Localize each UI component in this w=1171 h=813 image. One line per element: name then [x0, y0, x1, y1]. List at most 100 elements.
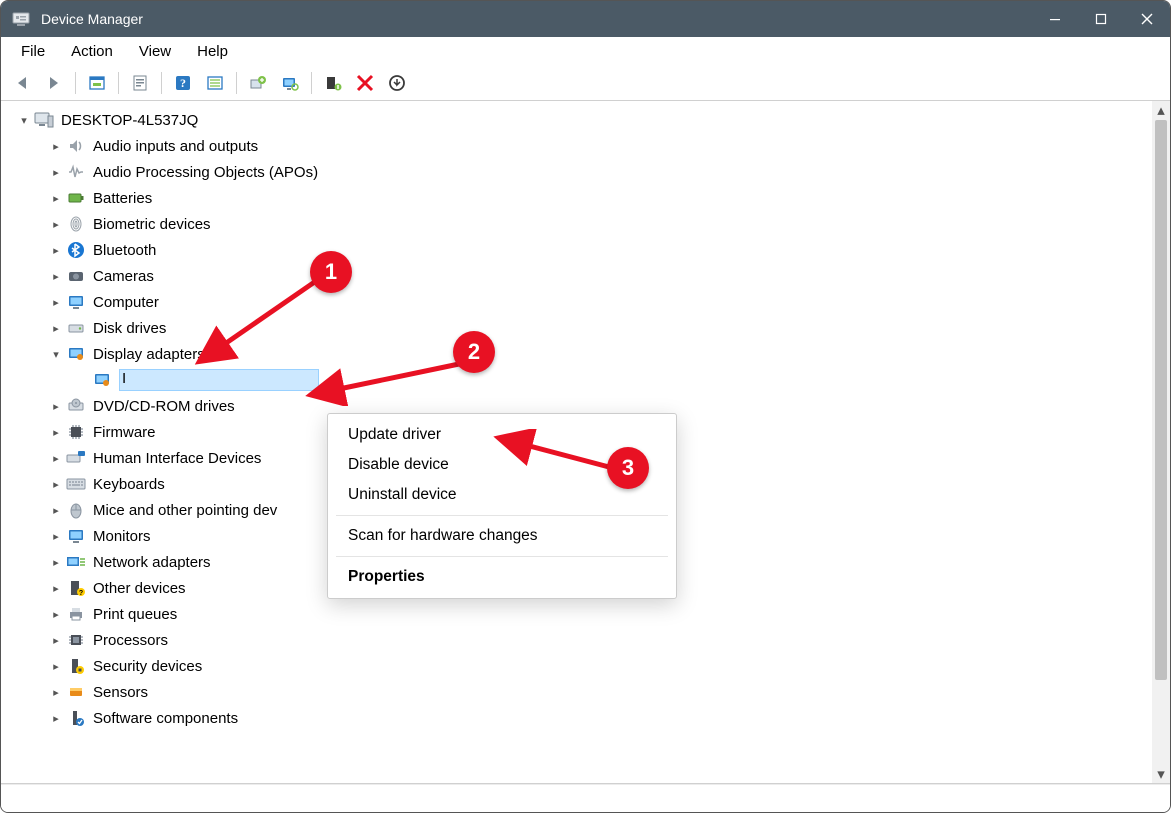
update-driver-button[interactable] [243, 69, 273, 97]
chevron-right-icon[interactable]: ▸ [47, 426, 65, 439]
menu-help[interactable]: Help [187, 41, 238, 62]
audio-processing-icon [65, 162, 87, 182]
toolbar-separator [118, 72, 119, 94]
processor-icon [65, 630, 87, 650]
device-manager-window: Device Manager File Action View Help ? [0, 0, 1171, 813]
chevron-right-icon[interactable]: ▸ [47, 582, 65, 595]
menu-action[interactable]: Action [61, 41, 123, 62]
toolbar-separator [161, 72, 162, 94]
chevron-right-icon[interactable]: ▸ [47, 660, 65, 673]
disk-icon [65, 318, 87, 338]
chevron-right-icon[interactable]: ▸ [47, 296, 65, 309]
hid-icon [65, 448, 87, 468]
tree-root[interactable]: ▾ DESKTOP-4L537JQ [5, 107, 1152, 133]
display-adapter-icon [65, 344, 87, 364]
keyboard-icon [65, 474, 87, 494]
chevron-right-icon[interactable]: ▸ [47, 244, 65, 257]
toolbar: ? [1, 65, 1170, 101]
tree-category-audio-processing[interactable]: ▸Audio Processing Objects (APOs) [5, 159, 1152, 185]
chevron-right-icon[interactable]: ▸ [47, 686, 65, 699]
software-component-icon [65, 708, 87, 728]
toolbar-separator [75, 72, 76, 94]
context-menu-separator [336, 556, 668, 557]
forward-button[interactable] [39, 69, 69, 97]
tree-category-disk-drives[interactable]: ▸Disk drives [5, 315, 1152, 341]
camera-icon [65, 266, 87, 286]
menubar: File Action View Help [1, 37, 1170, 65]
chevron-down-icon[interactable]: ▾ [15, 114, 33, 127]
chevron-right-icon[interactable]: ▸ [47, 712, 65, 725]
chevron-down-icon[interactable]: ▾ [47, 348, 65, 361]
monitor-icon [65, 526, 87, 546]
context-menu-update-driver[interactable]: Update driver [328, 420, 676, 450]
annotation-badge-3: 3 [607, 447, 649, 489]
chevron-right-icon[interactable]: ▸ [47, 608, 65, 621]
toolbar-separator [236, 72, 237, 94]
tree-category-print-queues[interactable]: ▸Print queues [5, 601, 1152, 627]
menu-view[interactable]: View [129, 41, 181, 62]
tree-category-cameras[interactable]: ▸Cameras [5, 263, 1152, 289]
security-device-icon [65, 656, 87, 676]
chevron-right-icon[interactable]: ▸ [47, 140, 65, 153]
chevron-right-icon[interactable]: ▸ [47, 530, 65, 543]
sensor-icon [65, 682, 87, 702]
svg-text:?: ? [180, 76, 186, 90]
chevron-right-icon[interactable]: ▸ [47, 478, 65, 491]
tree-category-bluetooth[interactable]: ▸Bluetooth [5, 237, 1152, 263]
scroll-up-button[interactable]: ▴ [1152, 101, 1170, 119]
device-manager-icon [11, 9, 31, 29]
context-menu: Update driver Disable device Uninstall d… [327, 413, 677, 599]
tree-category-computer[interactable]: ▸Computer [5, 289, 1152, 315]
tree-category-software-components[interactable]: ▸Software components [5, 705, 1152, 731]
optical-drive-icon [65, 396, 87, 416]
close-button[interactable] [1124, 1, 1170, 37]
titlebar: Device Manager [1, 1, 1170, 37]
chevron-right-icon[interactable]: ▸ [47, 322, 65, 335]
show-hidden-button[interactable] [82, 69, 112, 97]
disable-device-button[interactable] [350, 69, 380, 97]
tree-root-label: DESKTOP-4L537JQ [61, 112, 198, 129]
scrollbar-thumb[interactable] [1155, 120, 1167, 680]
toolbar-separator [311, 72, 312, 94]
list-button[interactable] [200, 69, 230, 97]
chevron-right-icon[interactable]: ▸ [47, 218, 65, 231]
enable-device-button[interactable] [318, 69, 348, 97]
chevron-right-icon[interactable]: ▸ [47, 270, 65, 283]
minimize-button[interactable] [1032, 1, 1078, 37]
chevron-right-icon[interactable]: ▸ [47, 400, 65, 413]
vertical-scrollbar[interactable]: ▴ ▾ [1152, 101, 1170, 783]
tree-category-sensors[interactable]: ▸Sensors [5, 679, 1152, 705]
maximize-button[interactable] [1078, 1, 1124, 37]
tree-device-display-adapter-item[interactable]: ▸ I [5, 367, 1152, 393]
chevron-right-icon[interactable]: ▸ [47, 192, 65, 205]
tree-category-security[interactable]: ▸Security devices [5, 653, 1152, 679]
unknown-device-icon: ? [65, 578, 87, 598]
computer-root-icon [33, 110, 55, 130]
mouse-icon [65, 500, 87, 520]
chevron-right-icon[interactable]: ▸ [47, 166, 65, 179]
selected-device-label: I [119, 369, 319, 391]
uninstall-device-button[interactable] [382, 69, 412, 97]
help-button[interactable]: ? [168, 69, 198, 97]
properties-button[interactable] [125, 69, 155, 97]
tree-category-audio-inputs-outputs[interactable]: ▸Audio inputs and outputs [5, 133, 1152, 159]
battery-icon [65, 188, 87, 208]
chevron-right-icon[interactable]: ▸ [47, 504, 65, 517]
back-button[interactable] [7, 69, 37, 97]
context-menu-properties[interactable]: Properties [328, 562, 676, 592]
tree-category-processors[interactable]: ▸Processors [5, 627, 1152, 653]
chip-icon [65, 422, 87, 442]
annotation-badge-1: 1 [310, 251, 352, 293]
chevron-right-icon[interactable]: ▸ [47, 556, 65, 569]
context-menu-scan-hardware[interactable]: Scan for hardware changes [328, 521, 676, 551]
tree-category-display-adapters[interactable]: ▾Display adapters [5, 341, 1152, 367]
speaker-icon [65, 136, 87, 156]
annotation-badge-2: 2 [453, 331, 495, 373]
chevron-right-icon[interactable]: ▸ [47, 634, 65, 647]
tree-category-batteries[interactable]: ▸Batteries [5, 185, 1152, 211]
tree-category-biometric[interactable]: ▸Biometric devices [5, 211, 1152, 237]
chevron-right-icon[interactable]: ▸ [47, 452, 65, 465]
menu-file[interactable]: File [11, 41, 55, 62]
scan-hardware-button[interactable] [275, 69, 305, 97]
scroll-down-button[interactable]: ▾ [1152, 765, 1170, 783]
